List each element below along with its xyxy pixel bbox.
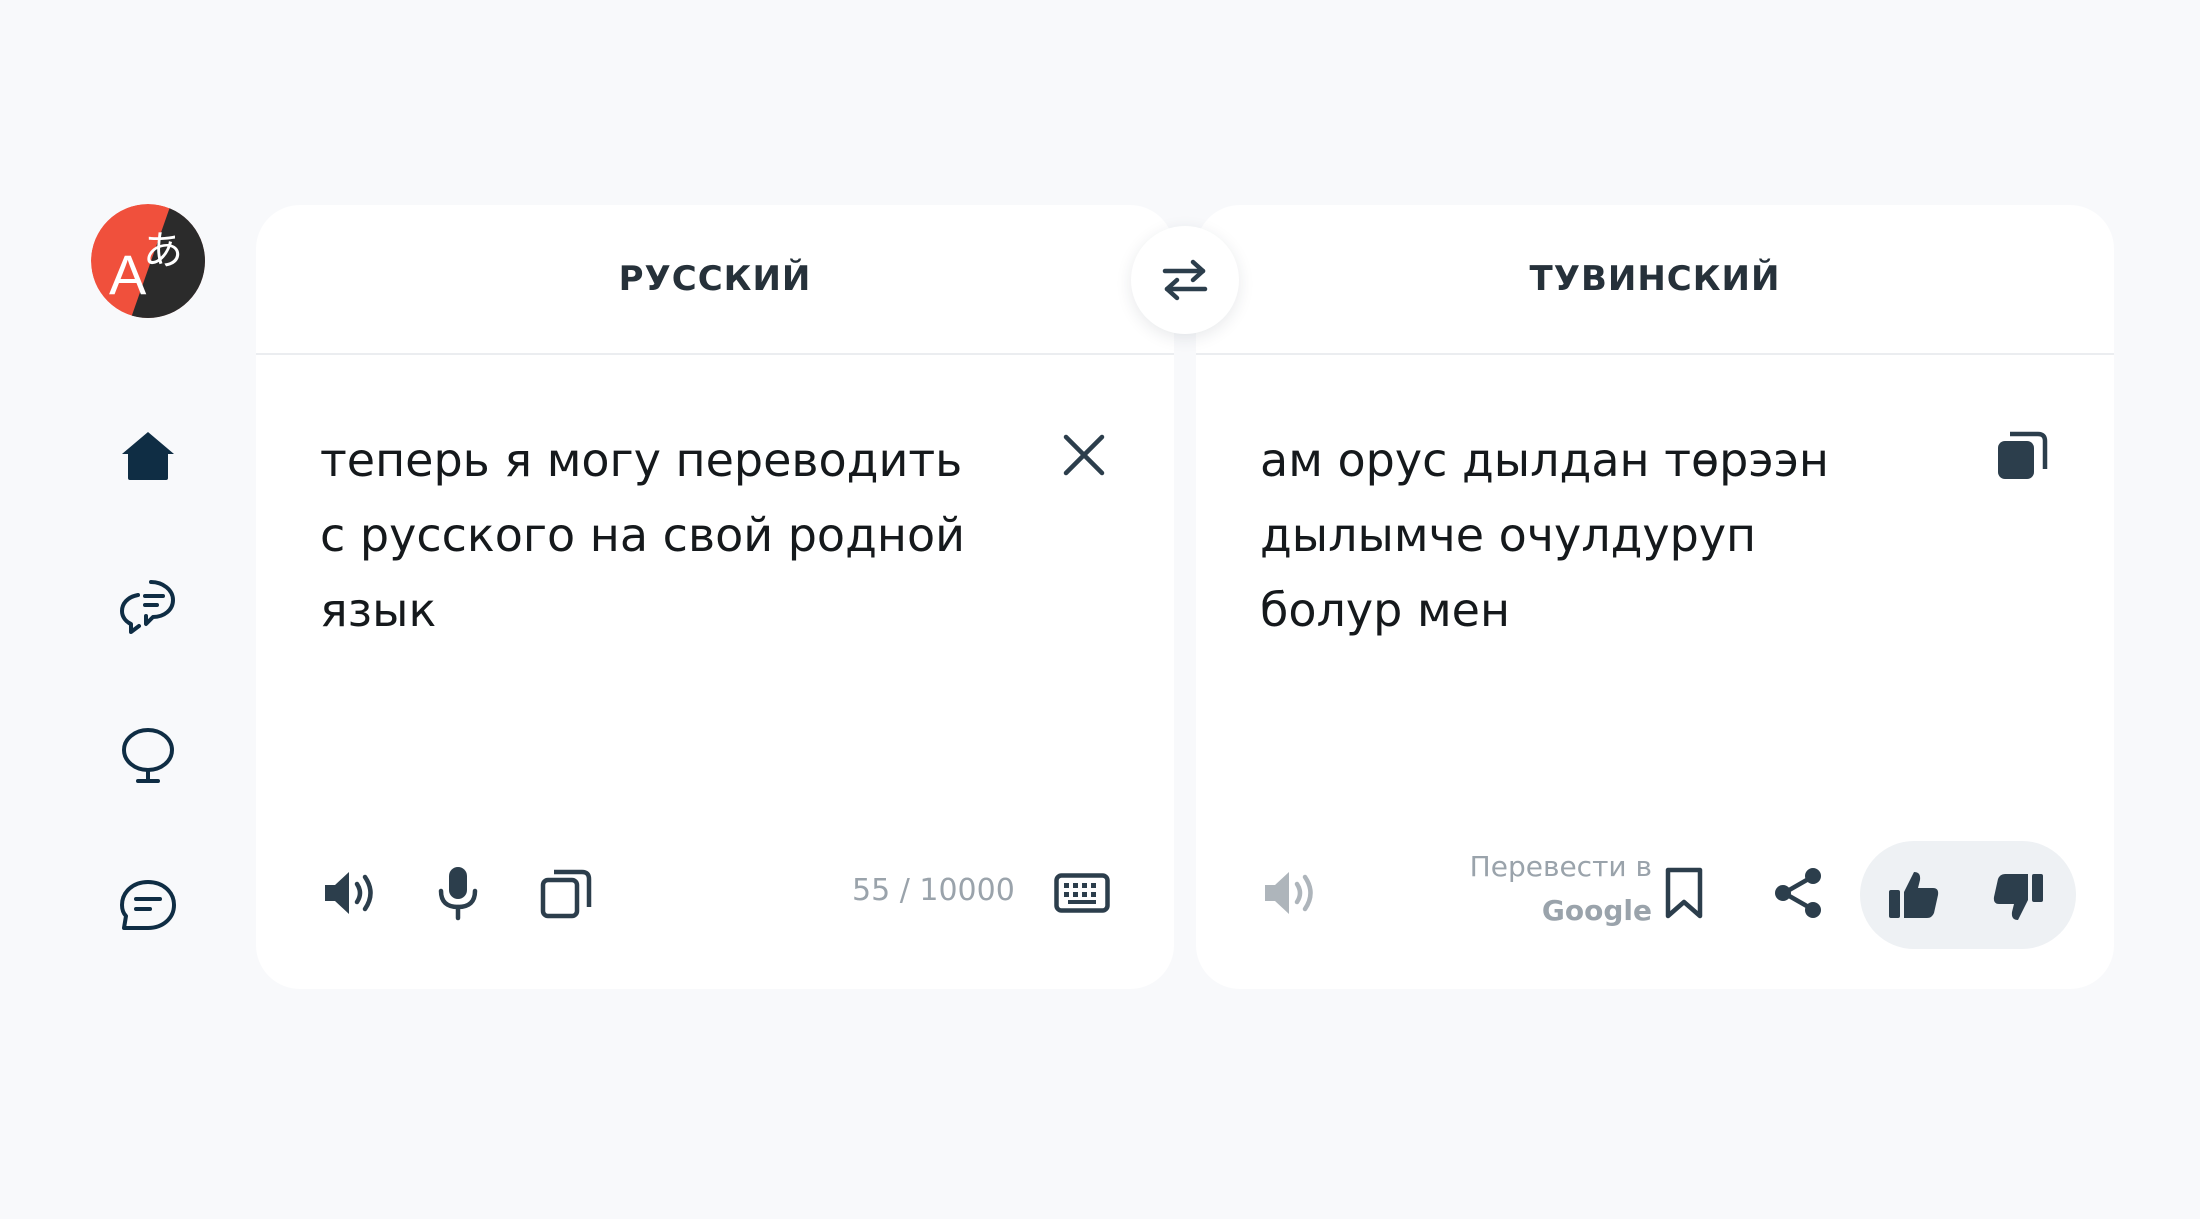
bubble-icon [122,728,174,783]
source-panel: РУССКИЙ теперь я могу переводить с русск… [256,205,1174,989]
translator-logo-icon[interactable]: A あ [91,204,205,318]
like-button[interactable] [1882,863,1946,927]
nav-messages[interactable] [110,868,186,944]
speaker-icon [325,872,373,914]
listen-source-button[interactable] [320,861,384,925]
copy-translation-button[interactable] [1990,423,2054,487]
copy-icon [540,869,592,919]
bookmark-button[interactable] [1652,861,1716,925]
clear-button[interactable] [1052,423,1116,487]
target-language-select[interactable]: ТУВИНСКИЙ [1530,259,1781,299]
message-icon [120,880,176,930]
chat-icon [120,580,175,634]
home-icon [122,432,174,480]
virtual-keyboard-button[interactable] [1046,861,1118,925]
svg-text:あ: あ [143,228,183,274]
translator-app: A あ РУССКИЙ теперь я могу переводить с р… [0,0,2200,1219]
target-panel: ТУВИНСКИЙ ам орус дылдан төрээн дылымче … [1196,205,2114,989]
rate-translation-group [1860,841,2076,949]
dislike-button[interactable] [1986,865,2050,929]
keyboard-icon [1054,873,1110,913]
swap-languages-button[interactable] [1131,226,1239,334]
microphone-icon [438,867,478,921]
share-icon [1775,868,1821,918]
source-language-header: РУССКИЙ [256,205,1174,355]
translate-in-label: Перевести в [1469,850,1652,883]
thumbs-down-icon [1993,874,2043,920]
share-button[interactable] [1766,861,1830,925]
copy-source-button[interactable] [534,861,598,925]
translate-in-google-link[interactable]: Перевести в Google [1392,845,1652,933]
close-icon [1063,434,1105,476]
nav-dialog[interactable] [110,568,186,644]
thumbs-up-icon [1889,872,1939,918]
translation-output: ам орус дылдан төрээн дылымче очулдуруп … [1260,433,1829,637]
svg-text:A: A [109,243,147,306]
source-text-input[interactable]: теперь я могу переводить с русского на с… [320,423,1020,648]
copy-icon [1998,431,2048,479]
nav-home[interactable] [110,418,186,494]
voice-input-button[interactable] [426,861,490,925]
google-brand-label: Google [1541,894,1652,927]
character-counter: 55 / 10000 [852,873,1015,908]
swap-arrows-icon [1162,259,1208,301]
speaker-icon [1265,872,1313,914]
target-language-header: ТУВИНСКИЙ [1196,205,2114,355]
nav-bubble[interactable] [110,718,186,794]
listen-translation-button[interactable] [1260,861,1324,925]
bookmark-icon [1665,867,1703,919]
source-language-select[interactable]: РУССКИЙ [619,259,812,299]
